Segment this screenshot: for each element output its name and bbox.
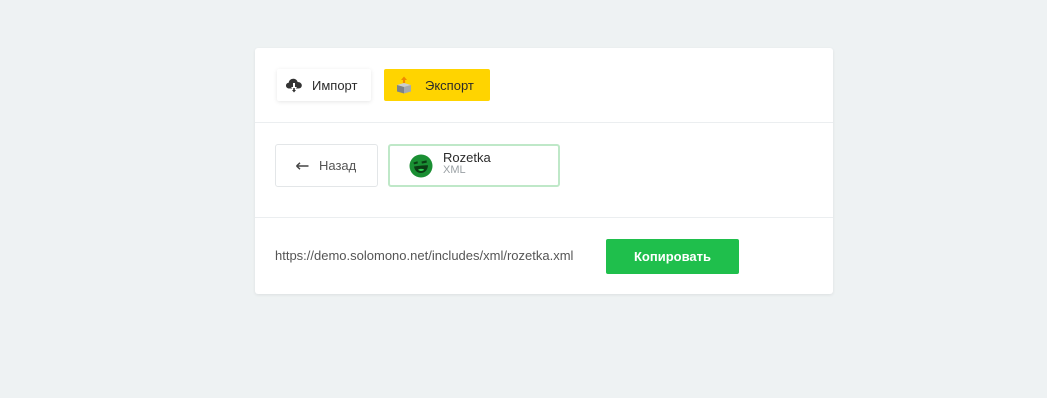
back-button[interactable]: Назад (275, 144, 378, 187)
export-url: https://demo.solomono.net/includes/xml/r… (275, 248, 574, 263)
back-button-label: Назад (319, 158, 357, 173)
tab-export[interactable]: Экспорт (384, 69, 490, 101)
source-card-rozetka[interactable]: Rozetka XML (388, 144, 560, 187)
arrow-left-icon (296, 158, 310, 173)
box-upload-icon (395, 76, 413, 94)
tab-import[interactable]: Импорт (277, 69, 371, 101)
copy-button[interactable]: Копировать (606, 239, 739, 274)
source-selection: Назад Rozetka XML (255, 123, 833, 218)
source-name: Rozetka (443, 149, 491, 165)
export-link-section: https://demo.solomono.net/includes/xml/r… (255, 218, 833, 293)
tab-import-label: Импорт (312, 77, 358, 93)
source-format: XML (443, 163, 466, 176)
tab-export-label: Экспорт (425, 77, 474, 93)
rozetka-smiley-logo (409, 154, 433, 178)
cloud-download-icon (285, 76, 303, 94)
source-text: Rozetka XML (443, 149, 491, 176)
export-panel: Импорт Экспорт Назад Rozetka XML https:/… (255, 48, 833, 294)
mode-tabs: Импорт Экспорт (255, 48, 833, 123)
